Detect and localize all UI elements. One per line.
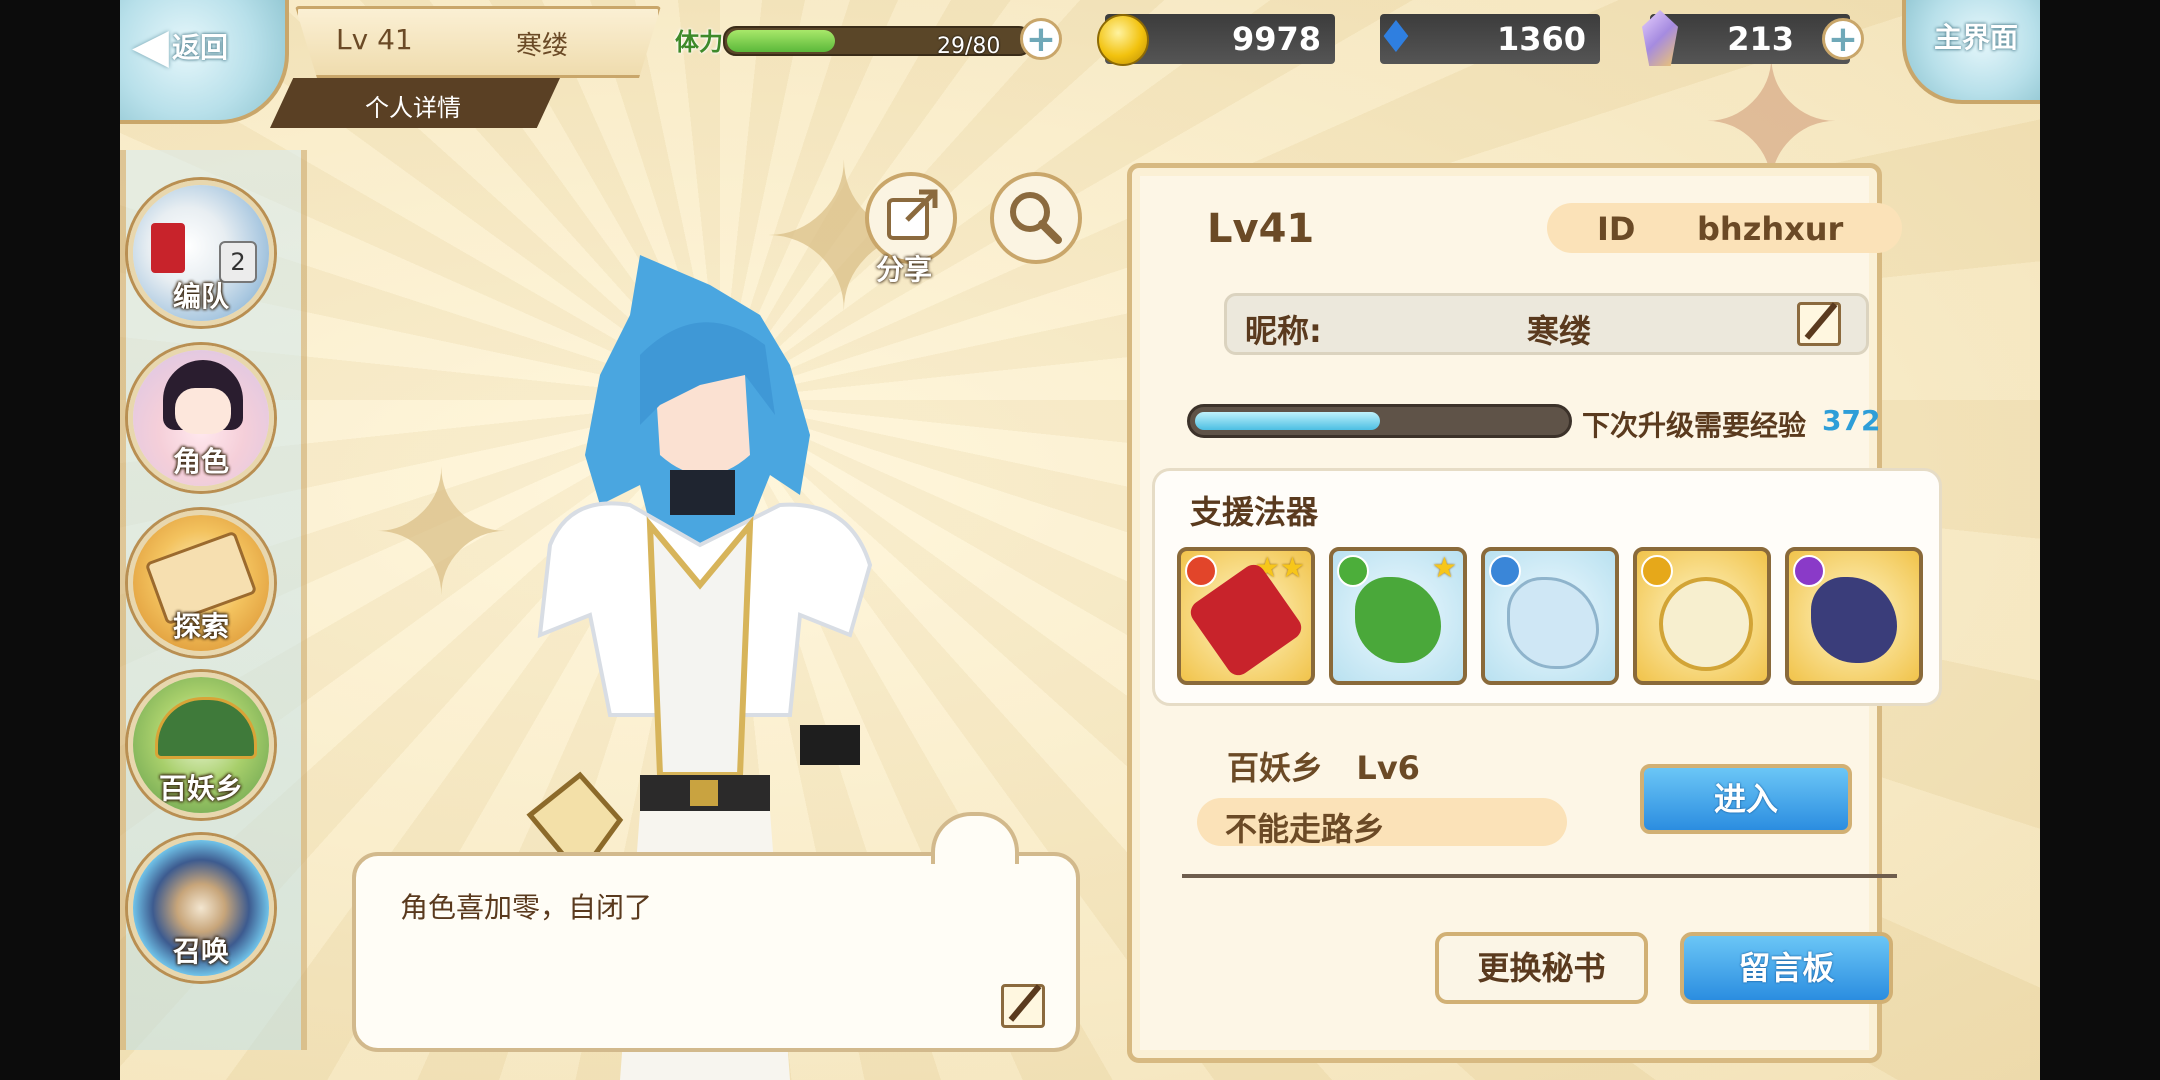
profile-level: Lv41 (1207, 206, 1315, 252)
speech-bubble: 角色喜加零，自闭了 (352, 812, 1080, 1052)
menu-item-village[interactable]: 百妖乡 (128, 672, 274, 818)
main-menu-button[interactable]: 主界面 (1902, 0, 2040, 104)
dark-sword-icon (1811, 577, 1897, 663)
change-secretary-button[interactable]: 更换秘书 (1435, 932, 1648, 1004)
menu-item-summon[interactable]: 召唤 (128, 835, 274, 981)
id-key: ID (1597, 210, 1636, 248)
back-arrow-icon: ◀ (132, 18, 169, 74)
water-element-icon (1489, 555, 1521, 587)
artifact-slot[interactable] (1633, 547, 1771, 685)
blue-flame-icon: ♦ (1376, 12, 1416, 63)
menu-label: 编队 (172, 280, 229, 313)
menu-label: 探索 (172, 610, 229, 643)
player-level: Lv 41 (336, 23, 413, 56)
share-label: 分享 (876, 253, 933, 286)
speech-text: 角色喜加零，自闭了 (400, 891, 653, 924)
edit-nickname-icon[interactable] (1797, 302, 1841, 346)
golden-compass-icon (1659, 577, 1753, 671)
player-id-box: ID bhzhxur (1547, 203, 1902, 253)
village-info: 百妖乡 Lv6 (1227, 749, 1420, 787)
back-button[interactable]: ◀ 返回 (120, 0, 289, 124)
stamina-label: 体力 (675, 28, 723, 56)
exp-value: 372 (1822, 404, 1881, 437)
nickname-field: 昵称: 寒缕 (1224, 293, 1869, 355)
menu-item-explore[interactable]: 探索 (128, 510, 274, 656)
ice-dragon-icon (1507, 577, 1599, 669)
village-name: 不能走路乡 (1225, 810, 1386, 848)
stamina-value: 29/80 (937, 34, 1001, 59)
fire-element-icon (1185, 555, 1217, 587)
dark-element-icon (1793, 555, 1825, 587)
light-element-icon (1641, 555, 1673, 587)
menu-label: 角色 (172, 445, 229, 478)
gold-counter: 9978 (1097, 14, 1335, 66)
edit-signature-icon[interactable] (1001, 984, 1045, 1028)
exp-bar (1187, 404, 1572, 438)
gold-coin-icon (1097, 14, 1149, 66)
nickname-value: 寒缕 (1527, 312, 1592, 350)
crystal-value: 213 (1727, 20, 1794, 58)
player-name: 寒缕 (516, 31, 569, 61)
add-stamina-button[interactable]: + (1020, 18, 1062, 60)
wind-element-icon (1337, 555, 1369, 587)
menu-item-team[interactable]: 2 编队 (128, 180, 274, 326)
crystal-counter: 213 (1642, 10, 1850, 66)
message-board-button[interactable]: 留言板 (1680, 932, 1893, 1004)
magnifier-icon (1010, 192, 1062, 244)
exp-label: 下次升级需要经验 (1582, 409, 1807, 442)
tab-personal-details[interactable]: 个人详情 (270, 78, 560, 128)
menu-item-character[interactable]: 角色 (128, 345, 274, 491)
back-label: 返回 (172, 31, 229, 64)
menu-label: 召唤 (172, 935, 229, 968)
artifact-slot[interactable] (1785, 547, 1923, 685)
menu-label: 百妖乡 (158, 772, 243, 805)
artifact-slot[interactable]: ★ (1329, 547, 1467, 685)
support-title: 支援法器 (1190, 493, 1319, 531)
exp-fill (1195, 412, 1380, 430)
divider (1182, 874, 1897, 878)
player-title-box: Lv 41 寒缕 (295, 6, 661, 78)
artifact-slot[interactable]: ★★ (1177, 547, 1315, 685)
green-plant-icon (1355, 577, 1441, 663)
spirit-value: 1360 (1496, 20, 1586, 58)
game-screen: ✦ ✦ ✦ ◀ 返回 Lv 41 寒缕 个人详情 体力 29/80 + 9978… (120, 0, 2040, 1080)
profile-panel: Lv41 ID bhzhxur 昵称: 寒缕 下次升级需要经验 372 支援法器… (1127, 163, 1942, 1063)
enter-village-button[interactable]: 进入 (1640, 764, 1852, 834)
id-value: bhzhxur (1697, 210, 1844, 248)
add-crystal-button[interactable]: + (1822, 18, 1864, 60)
support-artifacts: 支援法器 ★★ ★ (1152, 468, 1942, 706)
gold-value: 9978 (1231, 20, 1321, 58)
stamina-bar: 体力 29/80 (675, 14, 1045, 64)
village-name-box: 不能走路乡 (1197, 798, 1567, 848)
tab-label: 个人详情 (365, 94, 461, 122)
stamina-fill (727, 30, 835, 52)
spirit-counter: ♦ 1360 (1376, 12, 1600, 64)
main-menu-label: 主界面 (1934, 21, 2019, 54)
zoom-view-button[interactable] (990, 172, 1082, 264)
artifact-slot[interactable] (1481, 547, 1619, 685)
star-rating: ★ (1431, 551, 1457, 584)
nickname-key: 昵称: (1245, 312, 1322, 350)
